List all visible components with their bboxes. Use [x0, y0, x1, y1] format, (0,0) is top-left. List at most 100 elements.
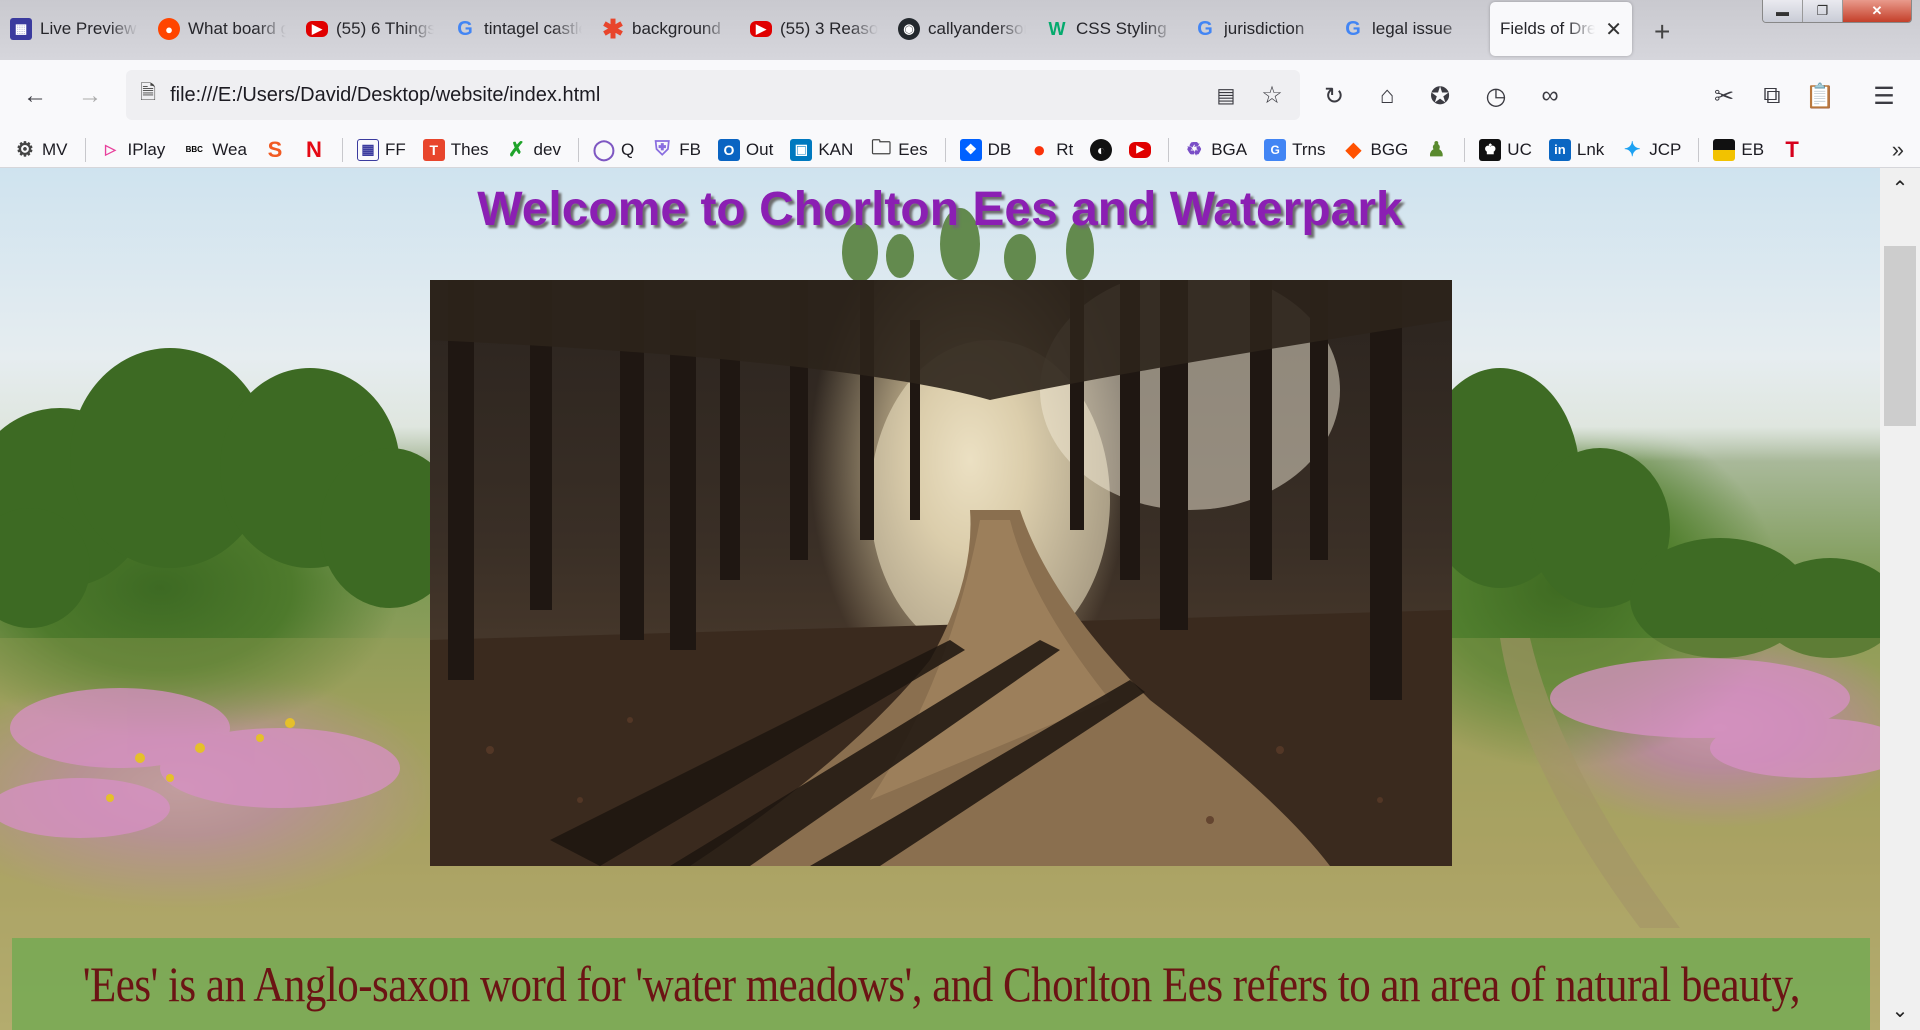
copy-icon[interactable]: ⧉ — [1752, 76, 1792, 116]
cut-icon[interactable]: ✂ — [1704, 76, 1744, 116]
close-window-button[interactable]: ✕ — [1843, 0, 1911, 22]
bookmark-thes[interactable]: T Thes — [422, 138, 489, 161]
paste-icon[interactable]: 📋 — [1800, 76, 1840, 116]
tab-0[interactable]: ▦ Live Preview — [0, 2, 148, 56]
youtube-icon: ▶ — [750, 21, 772, 37]
minimize-button[interactable]: ▬ — [1763, 0, 1803, 22]
bookmark-label: Out — [745, 139, 774, 159]
pawn-icon: ♟ — [1427, 139, 1446, 161]
tab-5[interactable]: ▶ (55) 3 Reasons — [740, 2, 888, 56]
google-icon: G — [1197, 17, 1213, 40]
bookmark-fb[interactable]: ⛨ FB — [651, 138, 701, 161]
page-icon: 🗎 — [140, 82, 157, 104]
tab-7[interactable]: W CSS Styling — [1036, 2, 1184, 56]
eb-icon — [1713, 138, 1736, 161]
bookmark-iplay[interactable]: ▷ IPlay — [100, 139, 165, 161]
divider — [341, 137, 343, 162]
address-bar[interactable]: 🗎 file:///E:/Users/David/Desktop/website… — [126, 70, 1300, 120]
bookmark-bgg[interactable]: ◆ BGG — [1343, 139, 1409, 161]
dropbox-icon: ❖ — [959, 138, 982, 161]
tab-4[interactable]: ✱ background — [592, 2, 740, 56]
intro-caption-band: 'Ees' is an Anglo-saxon word for 'water … — [12, 938, 1870, 1030]
reader-view-icon[interactable]: ▤ — [1206, 75, 1246, 115]
bookmark-wea[interactable]: BBC Wea — [182, 139, 247, 161]
reload-icon[interactable]: ↻ — [1314, 76, 1354, 116]
bookmark-bga[interactable]: ♻ BGA — [1183, 139, 1247, 161]
tab-3[interactable]: Gtintagel castle — [444, 2, 592, 56]
bookmark-trns[interactable]: G Trns — [1264, 138, 1326, 161]
menu-icon[interactable]: ☰ — [1864, 76, 1904, 116]
tab-8[interactable]: Gjurisdiction — [1184, 2, 1332, 56]
forward-icon[interactable]: → — [70, 76, 110, 116]
bookmark-label: Rt — [1056, 139, 1074, 159]
divider — [84, 137, 86, 162]
bookmark-lnk[interactable]: in Lnk — [1548, 138, 1604, 161]
bgg-icon: ◆ — [1345, 139, 1362, 161]
scroll-down-icon[interactable]: ⌄ — [1880, 992, 1920, 1028]
bookmarks-menu-icon[interactable]: ✪ — [1420, 76, 1460, 116]
circle-logo-icon: ◐ — [1090, 138, 1113, 161]
scroll-up-icon[interactable]: ⌃ — [1880, 170, 1920, 206]
web-content: Welcome to Chorlton Ees and Waterpark 'E… — [0, 168, 1880, 1030]
more-bookmarks-icon[interactable]: » — [1892, 137, 1904, 163]
bookmark-db[interactable]: ❖ DB — [959, 138, 1012, 161]
bookmark-ees[interactable]: 🗀 Ees — [870, 137, 927, 161]
ff-icon: ▦ — [356, 138, 379, 161]
bookmark-kan[interactable]: ▣ KAN — [790, 138, 854, 161]
bookmark-eb[interactable]: EB — [1713, 138, 1764, 161]
bookmark-dev[interactable]: ✗ dev — [506, 139, 561, 161]
extension-glasses-icon[interactable]: ∞ — [1530, 76, 1570, 116]
tab-title: What board games — [188, 19, 286, 38]
thesaurus-icon: T — [422, 138, 445, 161]
bookmark-pawn[interactable]: ♟ — [1425, 139, 1447, 161]
tab-active[interactable]: Fields of Dreams ✕ — [1490, 2, 1632, 56]
tab-title: (55) 3 Reasons — [780, 19, 878, 38]
tab-title: (55) 6 Things — [336, 19, 434, 38]
tab-2[interactable]: ▶ (55) 6 Things — [296, 2, 444, 56]
vertical-scrollbar[interactable]: ⌃ ⌄ — [1880, 168, 1920, 1030]
bookmark-out[interactable]: O Out — [717, 138, 774, 161]
bookmark-s[interactable]: S — [264, 136, 286, 162]
bookmark-label: KAN — [818, 139, 854, 159]
translate-icon: G — [1264, 138, 1287, 161]
bookmark-label: UC — [1507, 139, 1532, 159]
tab-1[interactable]: ● What board games — [148, 2, 296, 56]
restore-button[interactable]: ❐ — [1803, 0, 1843, 22]
woodland-path-image — [430, 280, 1452, 866]
tab-9[interactable]: Glegal issue — [1332, 2, 1480, 56]
netflix-icon: N — [306, 136, 322, 162]
bookmark-t[interactable]: T — [1781, 137, 1803, 162]
scroll-thumb[interactable] — [1884, 246, 1916, 426]
asterisk-icon: ✱ — [602, 13, 624, 44]
bookmark-netflix[interactable]: N — [303, 136, 325, 162]
url-text[interactable]: file:///E:/Users/David/Desktop/website/i… — [170, 84, 600, 107]
bga-icon: ♻ — [1186, 139, 1203, 159]
back-icon[interactable]: ← — [15, 76, 55, 116]
bookmark-label: DB — [987, 139, 1012, 159]
bookmark-jcp[interactable]: ✦ JCP — [1621, 139, 1682, 161]
youtube-icon: ▶ — [1129, 141, 1152, 158]
bookmark-mv[interactable]: ⚙ MV — [14, 139, 67, 161]
home-icon[interactable]: ⌂ — [1367, 76, 1407, 116]
new-tab-button[interactable]: + — [1654, 16, 1670, 48]
bookmark-label: FF — [384, 139, 406, 159]
bookmark-uc[interactable]: ♚ UC — [1479, 138, 1532, 161]
close-tab-icon[interactable]: ✕ — [1605, 17, 1622, 42]
bookmark-label: dev — [533, 139, 561, 159]
history-icon[interactable]: ◷ — [1476, 76, 1516, 116]
bookmark-rt[interactable]: ● Rt — [1028, 137, 1074, 162]
bookmark-star-icon[interactable]: ☆ — [1252, 75, 1292, 115]
gear-icon: ⚙ — [16, 139, 34, 161]
tab-6[interactable]: ◉ callyanderson — [888, 2, 1036, 56]
bookmark-ff[interactable]: ▦ FF — [356, 138, 406, 161]
tab-title: background — [632, 19, 721, 38]
tab-title: legal issue — [1372, 19, 1453, 38]
divider — [944, 137, 946, 162]
google-icon: G — [1345, 17, 1361, 40]
bookmark-circle[interactable]: ◐ — [1090, 138, 1113, 161]
bookmark-label: Trns — [1292, 139, 1326, 159]
bookmark-youtube[interactable]: ▶ — [1129, 141, 1152, 158]
bookmark-q[interactable]: ◯ Q — [593, 139, 634, 161]
s-logo-icon: S — [267, 136, 283, 162]
woodland-path-art — [430, 280, 1452, 866]
